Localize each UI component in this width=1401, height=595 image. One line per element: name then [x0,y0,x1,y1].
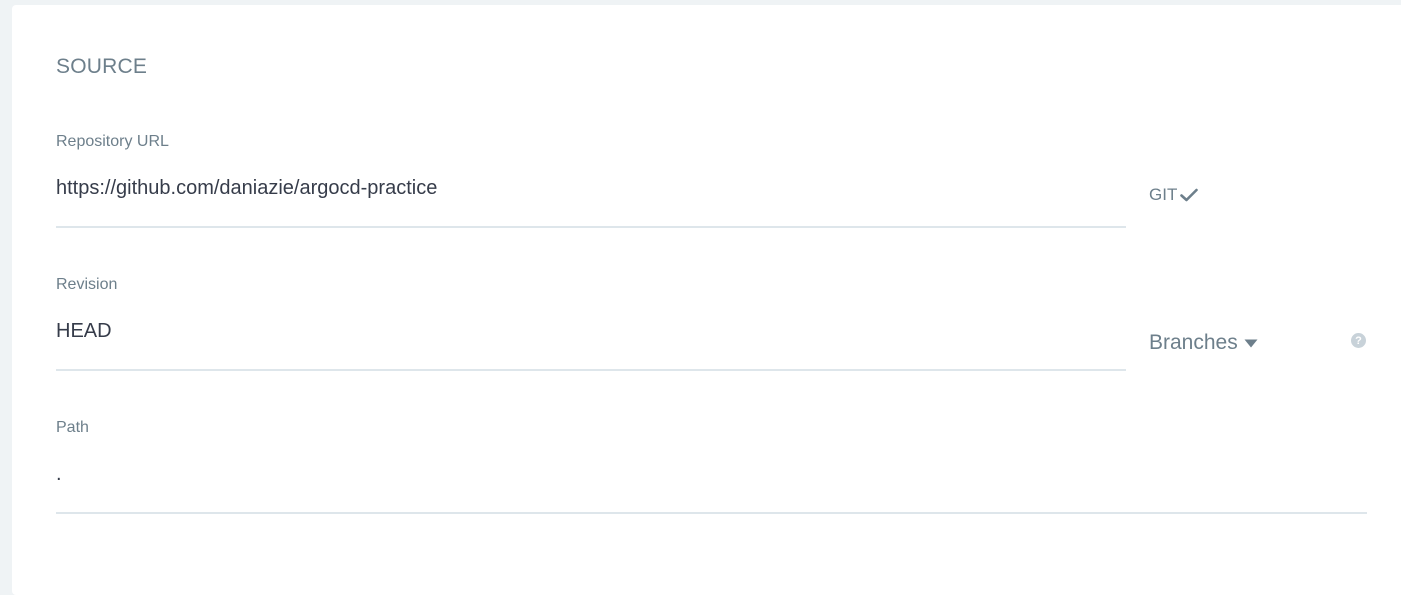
caret-down-icon [1244,339,1258,347]
section-title: SOURCE [56,55,148,78]
revision-input[interactable]: HEAD [56,320,112,343]
source-panel: SOURCE Repository URL https://github.com… [12,5,1401,595]
path-label: Path [56,419,89,436]
revision-label: Revision [56,276,118,293]
path-input[interactable]: . [56,463,62,486]
revision-underline [56,369,1126,371]
repository-url-label: Repository URL [56,133,169,150]
branches-dropdown[interactable]: Branches [1149,331,1258,355]
repository-url-underline [56,226,1126,228]
question-icon[interactable]: ? [1351,333,1366,348]
check-icon [1180,188,1199,202]
repository-url-input[interactable]: https://github.com/daniazie/argocd-pract… [56,177,437,200]
path-underline [56,512,1367,514]
branches-label: Branches [1149,331,1238,354]
repo-type-indicator: GIT [1149,185,1199,205]
repo-type-label: GIT [1149,185,1178,204]
